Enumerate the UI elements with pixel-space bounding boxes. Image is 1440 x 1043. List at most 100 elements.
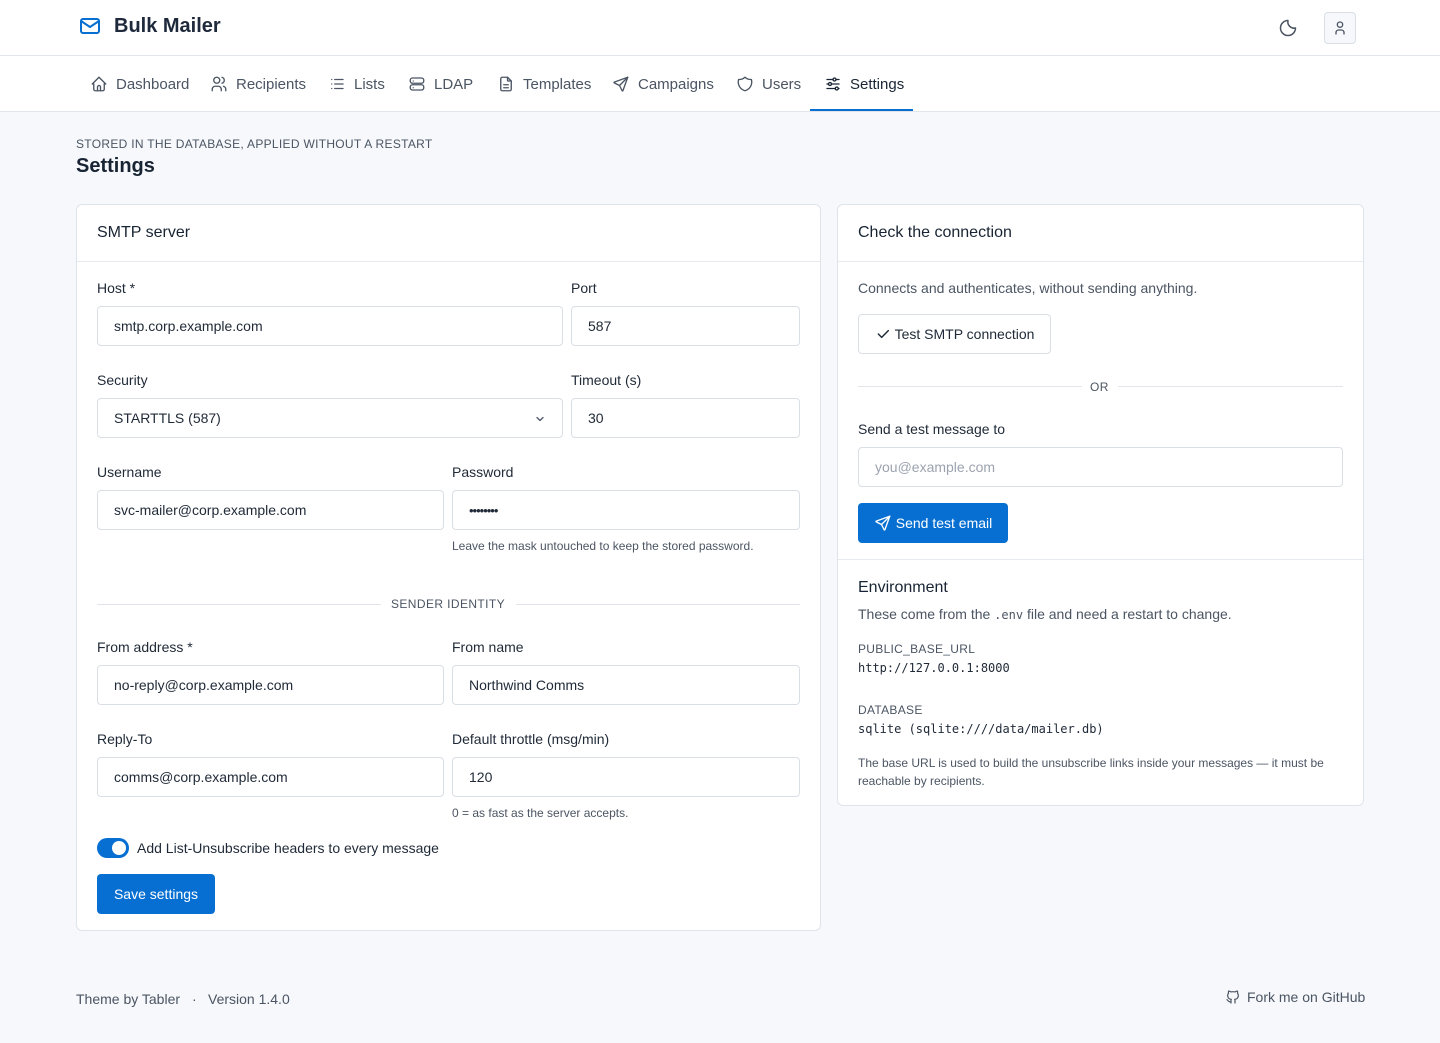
check-description: Connects and authenticates, without send…	[858, 280, 1198, 296]
reply-to-label: Reply-To	[97, 731, 153, 747]
nav-dashboard[interactable]: Dashboard	[90, 56, 189, 112]
github-icon	[1226, 990, 1239, 1004]
password-value: ••••••••	[469, 502, 498, 518]
timeout-label: Timeout (s)	[571, 372, 642, 388]
shield-icon	[737, 76, 753, 92]
port-value: 587	[588, 318, 612, 334]
save-settings-label: Save settings	[113, 886, 199, 902]
send-icon	[875, 515, 891, 531]
sender-identity-divider: SENDER IDENTITY	[391, 597, 506, 611]
env-desc-text: file and need a restart to change.	[1023, 606, 1232, 622]
env-var-name: DATABASE	[858, 703, 923, 717]
nav-lists[interactable]: Lists	[328, 56, 385, 112]
send-test-email-button[interactable]: Send test email	[858, 503, 1008, 543]
page-pretitle: STORED IN THE DATABASE, APPLIED WITHOUT …	[76, 137, 433, 151]
reply-to-value: comms@corp.example.com	[114, 769, 288, 785]
env-var-value: http://127.0.0.1:8000	[858, 661, 1010, 675]
from-name-label: From name	[452, 639, 524, 655]
host-label: Host *	[97, 280, 136, 296]
environment-note: The base URL is used to build the unsubs…	[858, 756, 1324, 788]
throttle-hint: 0 = as fast as the server accepts.	[452, 806, 629, 820]
footer-theme-link[interactable]: Theme by Tabler	[76, 991, 180, 1007]
timeout-input[interactable]: 30	[571, 398, 800, 438]
user-menu-button[interactable]	[1324, 12, 1356, 44]
from-address-label: From address *	[97, 639, 193, 655]
nav-label: Recipients	[236, 75, 307, 93]
section-separator	[838, 559, 1363, 560]
nav-label: Settings	[850, 75, 905, 93]
moon-icon	[1279, 19, 1297, 37]
nav-ldap[interactable]: LDAP	[408, 56, 473, 112]
security-label: Security	[97, 372, 148, 388]
nav-label: Templates	[523, 75, 592, 93]
app-title: Bulk Mailer	[114, 14, 221, 37]
security-value: STARTTLS (587)	[114, 410, 221, 426]
security-select[interactable]: STARTTLS (587)	[97, 398, 563, 438]
nav-recipients[interactable]: Recipients	[210, 56, 306, 112]
nav-settings[interactable]: Settings	[824, 56, 904, 112]
or-divider: OR	[1090, 380, 1109, 394]
list-unsubscribe-label: Add List-Unsubscribe headers to every me…	[137, 840, 439, 856]
footer-version[interactable]: Version 1.4.0	[208, 991, 290, 1007]
env-var-name: PUBLIC_BASE_URL	[858, 642, 976, 656]
nav-label: Dashboard	[116, 75, 190, 93]
port-label: Port	[571, 280, 597, 296]
list-icon	[331, 78, 344, 90]
from-address-input[interactable]: no-reply@corp.example.com	[97, 665, 444, 705]
footer-separator: ·	[192, 991, 197, 1007]
env-desc-text: These come from the	[858, 606, 995, 622]
divider-line	[858, 386, 1082, 387]
test-recipient-input[interactable]: you@example.com	[858, 447, 1343, 487]
username-input[interactable]: svc-mailer@corp.example.com	[97, 490, 444, 530]
username-label: Username	[97, 464, 162, 480]
users-icon	[211, 76, 227, 92]
brand[interactable]: Bulk Mailer	[78, 14, 221, 38]
nav-templates[interactable]: Templates	[497, 56, 591, 112]
from-address-value: no-reply@corp.example.com	[114, 677, 294, 693]
environment-description: These come from the .env file and need a…	[858, 606, 1232, 622]
send-to-label: Send a test message to	[858, 421, 1006, 437]
test-recipient-placeholder: you@example.com	[875, 459, 996, 475]
page-title: Settings	[76, 155, 155, 177]
host-input[interactable]: smtp.corp.example.com	[97, 306, 563, 346]
list-unsubscribe-toggle[interactable]	[97, 838, 129, 858]
footer-github-link[interactable]: Fork me on GitHub	[1225, 989, 1365, 1005]
main-nav: Dashboard Recipients Lists LDAP Template…	[0, 56, 1440, 112]
username-value: svc-mailer@corp.example.com	[114, 502, 307, 518]
env-var-value: sqlite (sqlite:////data/mailer.db)	[858, 722, 1104, 736]
file-icon	[500, 76, 512, 92]
nav-users[interactable]: Users	[736, 56, 801, 112]
password-hint: Leave the mask untouched to keep the sto…	[452, 539, 754, 553]
test-smtp-label: Test SMTP connection	[894, 326, 1035, 342]
divider-line	[516, 604, 800, 605]
throttle-label: Default throttle (msg/min)	[452, 731, 610, 747]
user-icon	[1335, 21, 1345, 35]
server-icon	[409, 77, 425, 91]
password-label: Password	[452, 464, 514, 480]
chevron-down-icon	[536, 416, 544, 422]
env-file-code: .env	[994, 608, 1024, 622]
sliders-icon	[826, 77, 840, 91]
throttle-input[interactable]: 120	[452, 757, 800, 797]
nav-campaigns[interactable]: Campaigns	[612, 56, 714, 112]
test-smtp-connection-button[interactable]: Test SMTP connection	[858, 314, 1051, 354]
from-name-value: Northwind Comms	[469, 677, 585, 693]
mail-icon	[78, 14, 102, 38]
card-title: Check the connection	[838, 205, 1363, 262]
from-name-input[interactable]: Northwind Comms	[452, 665, 800, 705]
host-value: smtp.corp.example.com	[114, 318, 263, 334]
dark-mode-toggle[interactable]	[1276, 16, 1300, 40]
nav-label: Lists	[354, 75, 385, 93]
home-icon	[91, 76, 107, 92]
nav-label: LDAP	[434, 75, 474, 93]
send-icon	[613, 76, 629, 92]
environment-title: Environment	[858, 579, 948, 596]
save-settings-button[interactable]: Save settings	[97, 874, 215, 914]
port-input[interactable]: 587	[571, 306, 800, 346]
send-test-email-label: Send test email	[895, 515, 993, 531]
nav-label: Users	[762, 75, 802, 93]
reply-to-input[interactable]: comms@corp.example.com	[97, 757, 444, 797]
password-input[interactable]: ••••••••	[452, 490, 800, 530]
card-title: SMTP server	[77, 205, 820, 262]
divider-line	[97, 604, 381, 605]
